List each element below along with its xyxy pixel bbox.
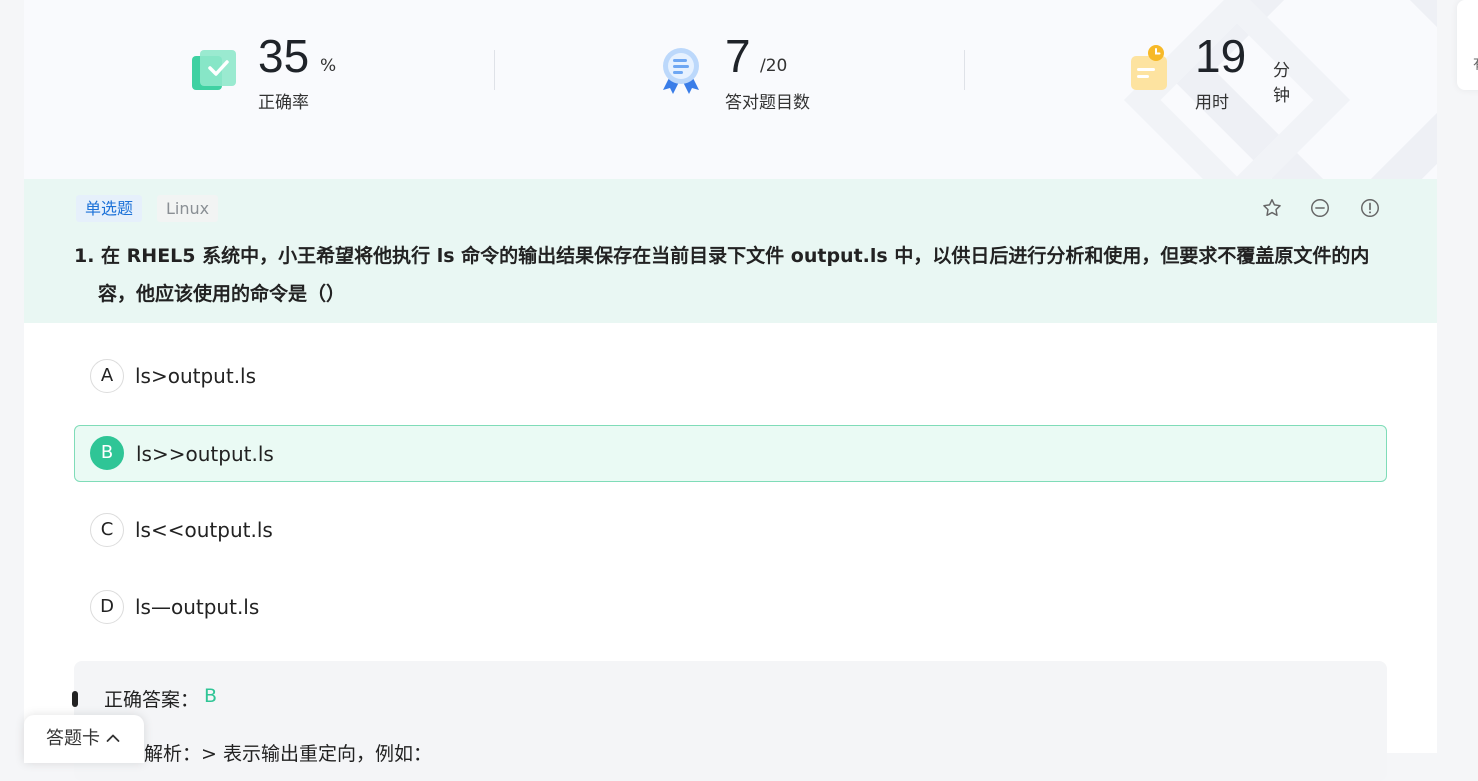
question-text: 1. 在 RHEL5 系统中，小王希望将他执行 ls 命令的输出结果保存在当前目… [74, 245, 1370, 305]
option-c[interactable]: C ls<<output.ls [74, 502, 1387, 559]
stats-header: 35 % 正确率 7 /20 答对题目数 19 分钟 用时 [24, 0, 1437, 179]
answer-panel: 正确答案： B 解析：> 表示输出重定向，例如： [72, 661, 1387, 781]
correct-count-label: 答对题目数 [725, 93, 810, 113]
option-text: ls<<output.ls [135, 518, 273, 542]
divider [964, 50, 965, 90]
option-d[interactable]: D ls—output.ls [74, 579, 1387, 636]
option-letter: A [90, 359, 124, 393]
side-panel-label: 有 [1473, 54, 1478, 74]
accuracy-value: 35 [258, 30, 310, 82]
question-type-tag: 单选题 [76, 195, 143, 222]
side-panel-tab[interactable]: 有 [1457, 0, 1478, 90]
chevron-up-icon [106, 734, 120, 742]
report-button[interactable] [1357, 195, 1383, 221]
section-marker [72, 691, 78, 707]
option-letter: C [90, 513, 124, 547]
option-b[interactable]: B ls>>output.ls [74, 425, 1387, 482]
answer-card-label: 答题卡 [46, 728, 100, 749]
accuracy-label: 正确率 [258, 93, 309, 113]
info-circle-icon [1361, 199, 1379, 217]
option-a[interactable]: A ls>output.ls [74, 348, 1387, 405]
correct-count-value: 7 [725, 30, 751, 82]
minus-circle-icon [1311, 199, 1329, 217]
option-text: ls—output.ls [135, 595, 260, 619]
time-label: 用时 [1195, 93, 1229, 113]
time-value: 19 [1195, 30, 1247, 82]
option-text: ls>output.ls [135, 364, 257, 388]
option-letter: B [90, 436, 124, 470]
accuracy-unit: % [320, 56, 337, 76]
correct-answer-label: 正确答案： [104, 689, 200, 711]
option-text: ls>>output.ls [136, 442, 274, 466]
subject-tag: Linux [157, 195, 219, 222]
time-unit: 分钟 [1273, 61, 1290, 106]
option-letter: D [90, 590, 124, 624]
check-card-icon [192, 50, 236, 90]
remove-button[interactable] [1307, 195, 1333, 221]
correct-answer-value: B [204, 685, 218, 707]
divider [494, 50, 495, 90]
timer-note-icon [1131, 45, 1167, 90]
award-badge-icon [663, 48, 699, 94]
correct-count-total: /20 [760, 56, 788, 76]
exam-result-page: 35 % 正确率 7 /20 答对题目数 19 分钟 用时 单选题 Linux … [24, 0, 1437, 781]
favorite-button[interactable] [1259, 195, 1285, 221]
star-icon [1263, 199, 1281, 216]
question-actions [1259, 195, 1385, 221]
question-header: 单选题 Linux 1. 在 RHEL5 系统中，小王希望将他执行 ls 命令的… [24, 179, 1437, 323]
answer-card-button[interactable]: 答题卡 [24, 715, 144, 763]
